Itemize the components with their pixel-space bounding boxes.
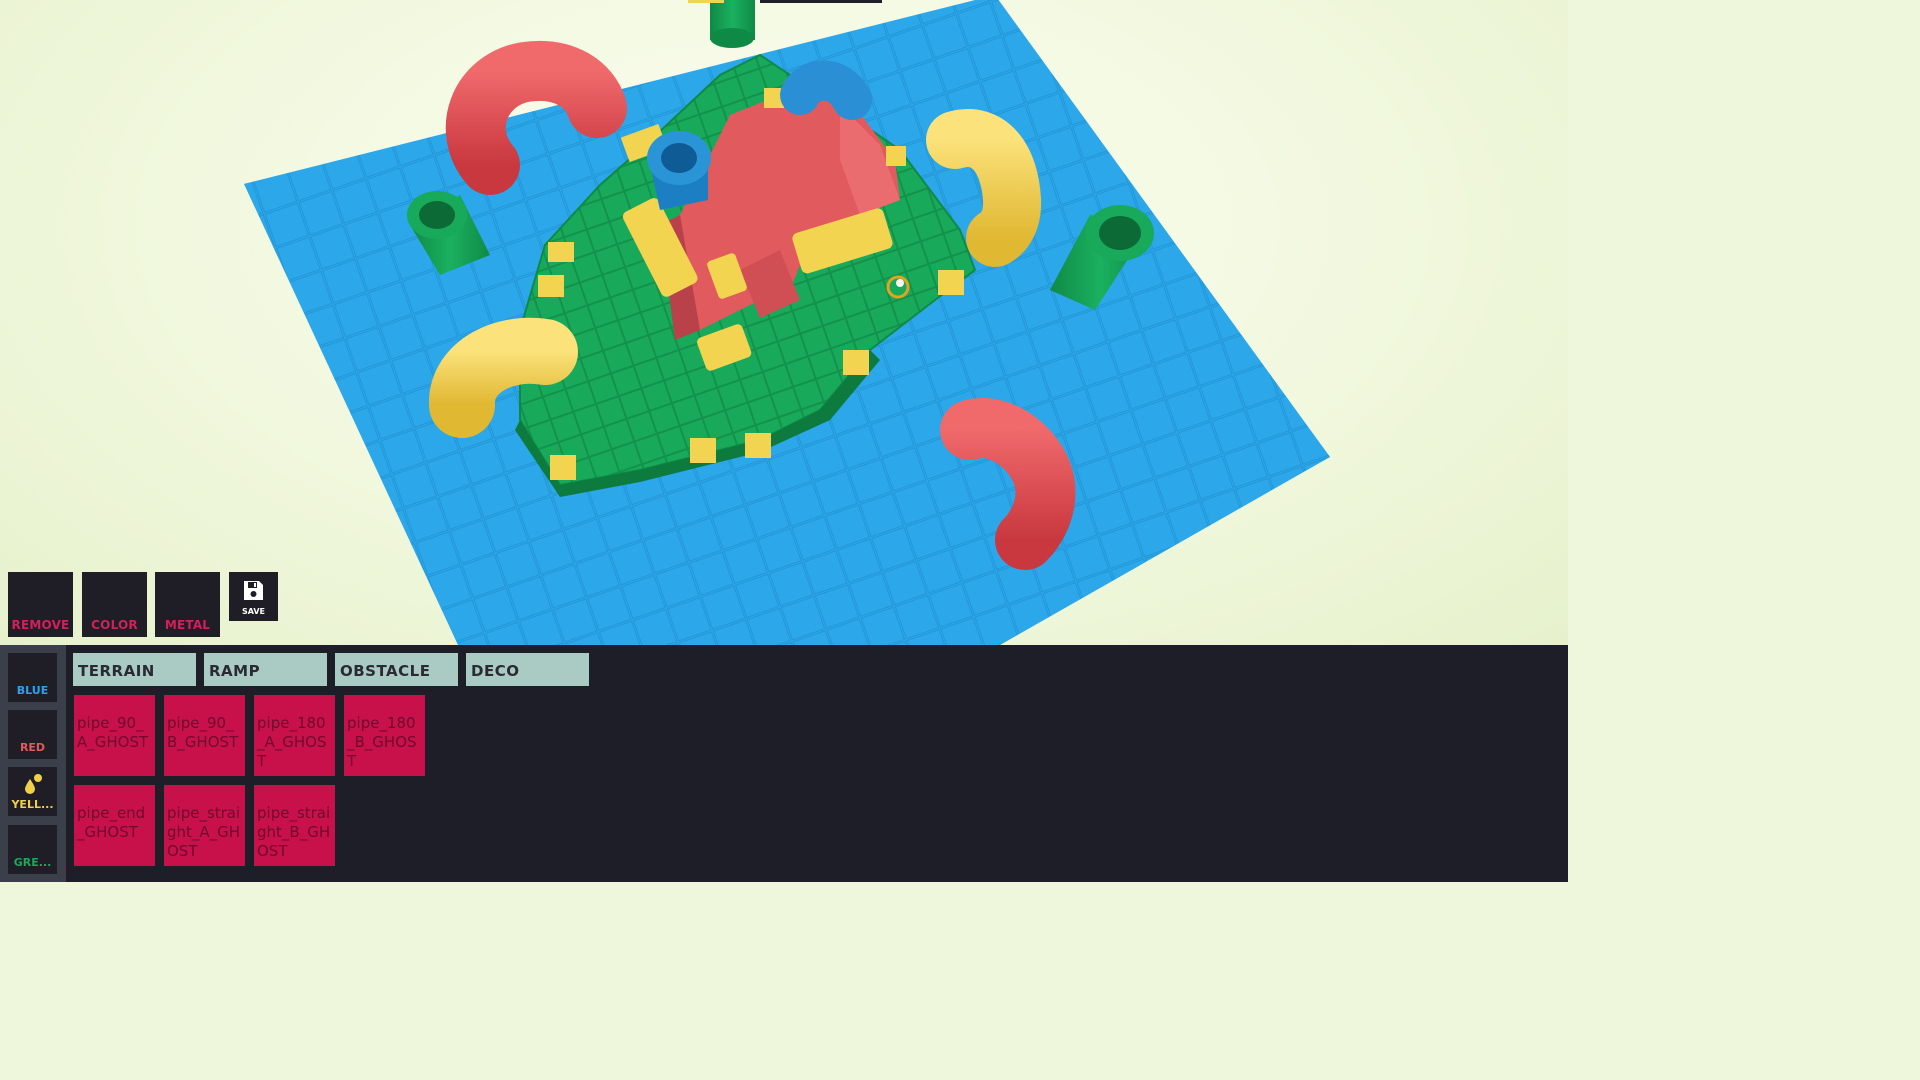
color-palette: BLUE RED YELL... GRE... [0, 645, 66, 882]
level-scene[interactable] [0, 0, 1568, 645]
item-tile[interactable]: pipe_end_GHOST [74, 785, 155, 866]
editor-panel: BLUE RED YELL... GRE... TERRAIN RAMP OBS… [0, 645, 1568, 882]
tab-deco[interactable]: DECO [466, 653, 589, 686]
tab-obstacle[interactable]: OBSTACLE [335, 653, 458, 686]
save-label: SAVE [241, 607, 266, 616]
item-tile[interactable]: pipe_straight_A_GHOST [164, 785, 245, 866]
color-yellow-button[interactable]: YELL... [8, 767, 57, 816]
metal-button[interactable]: METAL [155, 572, 220, 637]
game-viewport[interactable]: REMOVE COLOR METAL SAVE [0, 0, 1568, 645]
green-pipe-top [710, 0, 755, 48]
color-blue-label: BLUE [16, 684, 49, 697]
color-green-button[interactable]: GRE... [8, 825, 57, 874]
color-yellow-label: YELL... [11, 798, 54, 811]
item-tile[interactable]: pipe_180_A_GHOST [254, 695, 335, 776]
color-button[interactable]: COLOR [82, 572, 147, 637]
item-tile[interactable]: pipe_180_B_GHOST [344, 695, 425, 776]
tab-terrain[interactable]: TERRAIN [73, 653, 196, 686]
tab-ramp[interactable]: RAMP [204, 653, 327, 686]
color-blue-button[interactable]: BLUE [8, 653, 57, 702]
remove-button[interactable]: REMOVE [8, 572, 73, 637]
item-tile[interactable]: pipe_90_A_GHOST [74, 695, 155, 776]
paint-drop-icon [25, 774, 42, 794]
remove-label: REMOVE [11, 618, 70, 632]
item-tile[interactable]: pipe_90_B_GHOST [164, 695, 245, 776]
color-green-label: GRE... [13, 856, 52, 869]
floppy-disk-icon [244, 581, 263, 600]
save-button[interactable]: SAVE [229, 572, 278, 621]
metal-label: METAL [164, 618, 211, 632]
color-red-button[interactable]: RED [8, 710, 57, 759]
blue-pipe-bend [780, 60, 872, 120]
color-red-label: RED [19, 741, 46, 754]
color-label: COLOR [91, 618, 138, 632]
item-tile[interactable]: pipe_straight_B_GHOST [254, 785, 335, 866]
